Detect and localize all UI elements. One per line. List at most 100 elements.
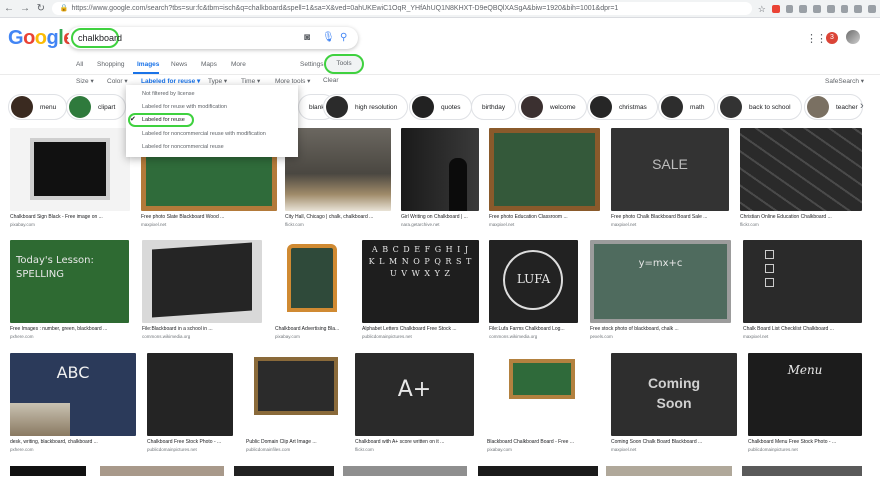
tab-settings[interactable]: Settings bbox=[300, 61, 324, 68]
google-logo[interactable]: Google bbox=[8, 27, 74, 50]
forward-icon[interactable]: → bbox=[20, 3, 30, 14]
result-image[interactable] bbox=[10, 466, 86, 476]
extension-icon[interactable] bbox=[854, 4, 863, 13]
tools-button[interactable]: Tools bbox=[324, 54, 364, 74]
result-caption[interactable]: City Hall, Chicago | chalk, chalkboard .… bbox=[285, 214, 391, 220]
result-caption[interactable]: Chalk Board List Checklist Chalkboard ..… bbox=[743, 326, 862, 332]
result-image[interactable] bbox=[234, 466, 334, 476]
result-image[interactable]: LUFA bbox=[489, 240, 578, 323]
result-caption[interactable]: Free stock photo of blackboard, chalk ..… bbox=[590, 326, 731, 332]
tab-shopping[interactable]: Shopping bbox=[97, 61, 124, 68]
chip-welcome[interactable]: welcome bbox=[518, 94, 587, 120]
chip-birthday[interactable]: birthday bbox=[471, 94, 517, 120]
extension-icon[interactable] bbox=[785, 4, 794, 13]
result-image[interactable] bbox=[142, 240, 262, 323]
result-image[interactable] bbox=[285, 128, 391, 211]
avatar[interactable] bbox=[846, 30, 860, 44]
result-image[interactable]: Menu bbox=[748, 353, 862, 436]
chevron-right-icon[interactable]: › bbox=[860, 100, 864, 112]
extension-icon[interactable] bbox=[840, 4, 849, 13]
result-caption[interactable]: Public Domain Clip Art Image ... bbox=[246, 439, 346, 445]
search-box[interactable]: chalkboard ◙ 🎙 ⚲ bbox=[68, 27, 358, 49]
result-caption[interactable]: Chalkboard Free Stock Photo - ... bbox=[147, 439, 233, 445]
chip-quotes[interactable]: quotes bbox=[409, 94, 472, 120]
menu-item-reuse[interactable]: Labeled for reuse bbox=[142, 115, 185, 125]
result-caption[interactable]: Chalkboard with A+ score written on it .… bbox=[355, 439, 474, 445]
result-image[interactable] bbox=[246, 353, 346, 436]
result-image[interactable] bbox=[740, 128, 862, 211]
camera-icon[interactable]: ◙ bbox=[304, 32, 310, 44]
result-caption[interactable]: Free Images : number, green, blackboard … bbox=[10, 326, 129, 332]
result-image[interactable] bbox=[742, 466, 862, 476]
result-image[interactable] bbox=[489, 128, 600, 211]
tab-news[interactable]: News bbox=[171, 61, 187, 68]
result-caption[interactable]: Chalkboard Menu Free Stock Photo - ... bbox=[748, 439, 862, 445]
filter-type[interactable]: Type ▾ bbox=[208, 77, 227, 85]
result-image[interactable] bbox=[100, 466, 224, 476]
result-image[interactable] bbox=[343, 466, 467, 476]
tab-maps[interactable]: Maps bbox=[201, 61, 217, 68]
chip-christmas[interactable]: christmas bbox=[587, 94, 658, 120]
tab-images[interactable]: Images bbox=[137, 61, 159, 68]
filter-size[interactable]: Size ▾ bbox=[76, 77, 94, 85]
menu-item-noncommercial[interactable]: Labeled for noncommercial reuse bbox=[142, 142, 224, 152]
microphone-icon[interactable]: 🎙 bbox=[322, 32, 335, 44]
result-image[interactable]: SALE bbox=[611, 128, 729, 211]
result-image[interactable]: ABC bbox=[10, 353, 136, 436]
menu-item-reuse-modification[interactable]: Labeled for reuse with modification bbox=[142, 102, 227, 112]
result-image[interactable]: Coming Soon bbox=[611, 353, 737, 436]
notification-badge[interactable]: 3 bbox=[826, 32, 838, 44]
result-caption[interactable]: Girl Writing on Chalkboard | ... bbox=[401, 214, 479, 220]
extension-icon[interactable] bbox=[826, 4, 835, 13]
result-image[interactable]: y=mx+c bbox=[590, 240, 731, 323]
search-input[interactable]: chalkboard bbox=[71, 28, 122, 48]
result-caption[interactable]: Chalkboard Sign Black - Free image on ..… bbox=[10, 214, 130, 220]
result-image[interactable] bbox=[275, 240, 351, 323]
result-caption[interactable]: Blackboard Chalkboard Board - Free ... bbox=[487, 439, 598, 445]
result-image[interactable] bbox=[401, 128, 479, 211]
filter-more-tools[interactable]: More tools ▾ bbox=[275, 77, 310, 85]
result-image[interactable] bbox=[743, 240, 862, 323]
filter-color[interactable]: Color ▾ bbox=[107, 77, 128, 85]
result-caption[interactable]: File:Lufa Farms Chalkboard Log... bbox=[489, 326, 578, 332]
address-bar[interactable]: 🔒 https://www.google.com/search?tbs=sur:f… bbox=[51, 2, 752, 15]
chip-clipart[interactable]: clipart bbox=[66, 94, 127, 120]
chip-menu[interactable]: menu bbox=[8, 94, 68, 120]
menu-item-noncommercial-modification[interactable]: Labeled for noncommercial reuse with mod… bbox=[142, 129, 266, 139]
extension-icon[interactable] bbox=[771, 4, 780, 13]
result-caption[interactable]: Christian Online Education Chalkboard ..… bbox=[740, 214, 862, 220]
result-caption[interactable]: Free photo Slate Blackboard Wood ... bbox=[141, 214, 277, 220]
reload-icon[interactable]: ↻ bbox=[36, 3, 46, 14]
extension-icon[interactable] bbox=[813, 4, 821, 13]
result-image[interactable] bbox=[487, 353, 598, 436]
result-caption[interactable]: Chalkboard Advertising Bla... bbox=[275, 326, 351, 332]
result-image[interactable] bbox=[606, 466, 732, 476]
tab-more[interactable]: More bbox=[231, 61, 246, 68]
bookmark-star-icon[interactable]: ☆ bbox=[758, 4, 766, 13]
extension-icon[interactable] bbox=[799, 4, 808, 13]
search-icon[interactable]: ⚲ bbox=[340, 32, 347, 44]
result-image[interactable]: A+ bbox=[355, 353, 474, 436]
result-caption[interactable]: File:Blackboard in a school in ... bbox=[142, 326, 262, 332]
result-image[interactable]: Today's Lesson: SPELLING bbox=[10, 240, 129, 323]
chip-back-to-school[interactable]: back to school bbox=[717, 94, 802, 120]
result-image[interactable] bbox=[147, 353, 233, 436]
menu-item-not-filtered[interactable]: Not filtered by license bbox=[142, 89, 195, 99]
safesearch-toggle[interactable]: SafeSearch ▾ bbox=[825, 77, 864, 85]
chip-math[interactable]: math bbox=[658, 94, 716, 120]
tab-all[interactable]: All bbox=[76, 61, 83, 68]
result-caption[interactable]: Alphabet Letters Chalkboard Free Stock .… bbox=[362, 326, 479, 332]
filter-usage-rights[interactable]: Labeled for reuse ▾ bbox=[141, 77, 200, 85]
chip-high-resolution[interactable]: high resolution bbox=[323, 94, 409, 120]
result-image[interactable] bbox=[10, 128, 130, 211]
result-caption[interactable]: Free photo Education Classroom ... bbox=[489, 214, 600, 220]
back-icon[interactable]: ← bbox=[4, 3, 14, 14]
chip-teacher[interactable]: teacher bbox=[804, 94, 863, 120]
filter-time[interactable]: Time ▾ bbox=[241, 77, 260, 85]
result-caption[interactable]: desk, writing, blackboard, chalkboard ..… bbox=[10, 439, 136, 445]
filter-clear[interactable]: Clear bbox=[323, 77, 339, 84]
result-image[interactable] bbox=[478, 466, 598, 476]
result-caption[interactable]: Free photo Chalk Blackboard Board Sale .… bbox=[611, 214, 729, 220]
result-image[interactable]: A B C D E F G H I J K L M N O P Q R S T … bbox=[362, 240, 479, 323]
result-caption[interactable]: Coming Soon Chalk Board Blackboard ... bbox=[611, 439, 737, 445]
